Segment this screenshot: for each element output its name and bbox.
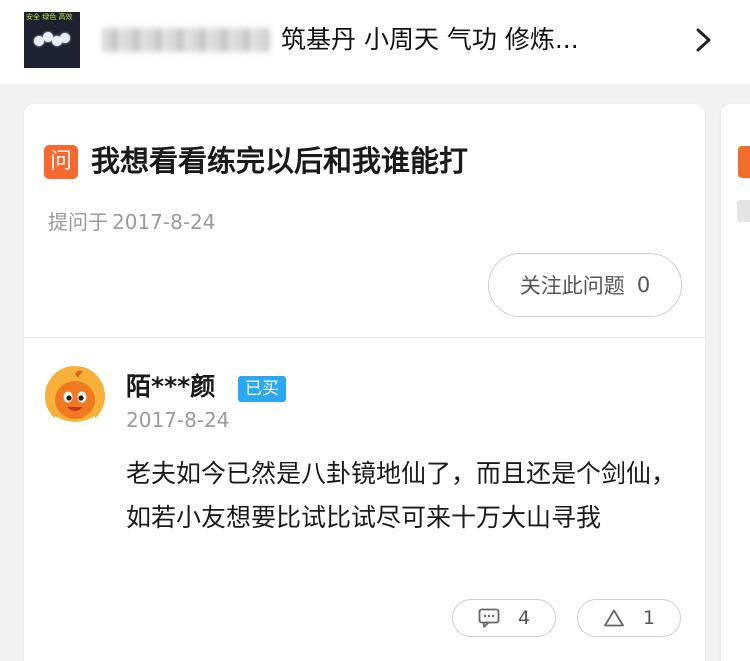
next-question-card[interactable] bbox=[721, 104, 750, 661]
question-badge-icon bbox=[738, 146, 750, 178]
answer-date: 2017-8-24 bbox=[126, 408, 230, 432]
avatar[interactable] bbox=[45, 366, 105, 426]
thumbnail-pills-image bbox=[34, 32, 70, 50]
answer-body: 老夫如今已然是八卦镜地仙了，而且还是个剑仙，如若小友想要比试比试尽可来十万大山寻… bbox=[126, 459, 677, 532]
answer-author[interactable]: 陌***颜 bbox=[126, 370, 215, 404]
question-date: 提问于 2017-8-24 bbox=[44, 208, 216, 236]
follow-question-button[interactable]: 关注此问题 0 bbox=[488, 253, 682, 317]
thumbnail-caption-top: 安全 绿色 高效 bbox=[26, 13, 73, 21]
divider bbox=[24, 337, 705, 338]
upvote-button[interactable]: 1 bbox=[577, 599, 681, 637]
question-badge-icon: 问 bbox=[44, 145, 78, 179]
topic-header[interactable]: 安全 绿色 高效 筑基丹 小周天 气功 修炼... bbox=[0, 0, 750, 84]
comment-count: 4 bbox=[517, 607, 531, 629]
next-card-text-placeholder bbox=[737, 200, 750, 222]
bought-badge: 已买 bbox=[238, 376, 286, 402]
question-card: 问 我想看看练完以后和我谁能打 提问于 2017-8-24 关注此问题 0 陌**… bbox=[24, 104, 705, 661]
topic-tags: 筑基丹 小周天 气功 修炼... bbox=[281, 25, 579, 54]
question-title[interactable]: 我想看看练完以后和我谁能打 bbox=[91, 140, 468, 182]
follow-count: 0 bbox=[636, 273, 651, 297]
question-date-value: 2017-8-24 bbox=[112, 210, 216, 234]
comment-icon bbox=[478, 608, 500, 628]
question-date-prefix: 提问于 bbox=[48, 210, 108, 234]
orange-mascot-avatar-icon bbox=[45, 366, 105, 426]
comment-button[interactable]: 4 bbox=[452, 599, 556, 637]
course-thumbnail: 安全 绿色 高效 bbox=[24, 12, 80, 68]
blurred-title-prefix bbox=[102, 28, 270, 52]
chevron-right-icon[interactable] bbox=[692, 26, 716, 54]
upvote-triangle-icon bbox=[604, 609, 624, 627]
upvote-count: 1 bbox=[642, 607, 656, 629]
follow-label: 关注此问题 bbox=[519, 274, 625, 298]
